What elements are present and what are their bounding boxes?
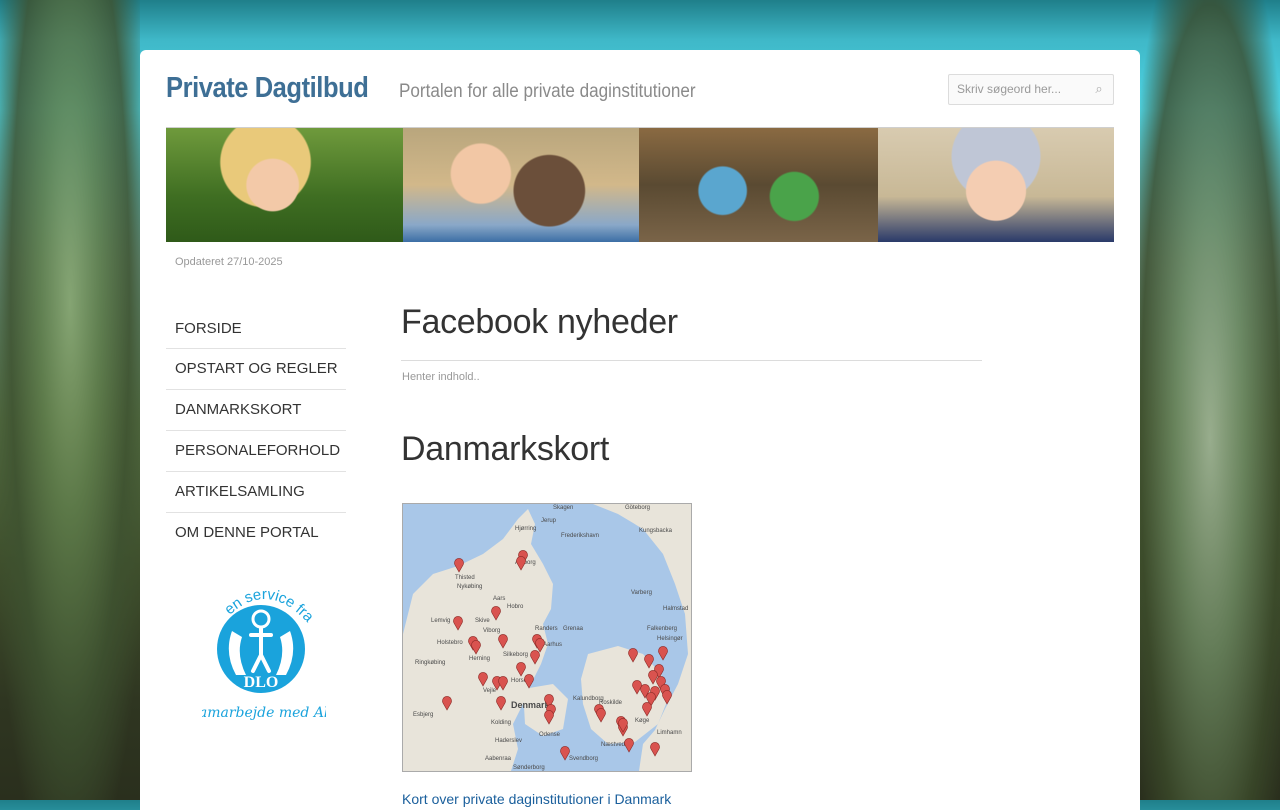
facebook-heading: Facebook nyheder [401,303,678,341]
map-marker[interactable] [658,646,668,661]
header-banner [166,127,1114,242]
map-label-nykøbing: Nykøbing [457,584,482,590]
map-label-næstved: Næstved [601,742,625,748]
map-land-funen [523,684,568,736]
banner-photo-baby-hat [878,128,1114,242]
nav-item-danmarkskort[interactable]: DANMARKSKORT [166,390,346,431]
map-label-viborg: Viborg [483,628,500,634]
map-label-kalundborg: Kalundborg [573,696,604,702]
map-label-sønderborg: Sønderborg [513,765,545,771]
map-label-kungsbacka: Kungsbacka [639,528,673,534]
map-label-lemvig: Lemvig [431,618,450,624]
map-label-odense: Odense [539,732,561,738]
search-icon[interactable]: ⌕ [1091,81,1107,97]
map-label-limhamn: Limhamn [657,730,682,736]
map-label-randers: Randers [535,626,558,632]
map-label-vejle: Vejle [483,688,497,694]
danmarkskort-heading: Danmarkskort [401,430,610,468]
denmark-map-graphic: JerupHjørringFrederikshavnAalborgThisted… [403,504,691,771]
nav-item-personaleforhold[interactable]: PERSONALEFORHOLD [166,431,346,472]
map-label-aars: Aars [493,596,505,602]
banner-photo-kids-forest [639,128,878,242]
map-label-halmstad: Halmstad [663,606,688,612]
map-label-falkenberg: Falkenberg [647,626,677,632]
map-label-göteborg: Göteborg [625,505,650,511]
background-left [0,0,140,800]
page-container: Private Dagtilbud Portalen for alle priv… [140,50,1140,810]
search-input[interactable] [949,75,1093,102]
dlo-logo-graphic: en service fra DLO i samarbejde med Alia [183,586,341,721]
map-label-haderslev: Haderslev [495,738,522,744]
main-navigation: FORSIDE OPSTART OG REGLER DANMARKSKORT P… [166,310,346,553]
nav-item-forside[interactable]: FORSIDE [166,310,346,349]
map-label-aarhus: Aarhus [543,642,562,648]
dlo-brand-text: DLO [244,674,279,691]
banner-photo-toddlers [403,128,639,242]
map-label-hjørring: Hjørring [515,526,536,532]
map-label-grenaa: Grenaa [563,626,584,632]
map-label-holstebro: Holstebro [437,640,463,646]
map-label-kolding: Kolding [491,720,511,726]
map-label-frederikshavn: Frederikshavn [561,533,599,539]
map-label-skive: Skive [475,618,490,624]
nav-item-om-denne-portal[interactable]: OM DENNE PORTAL [166,513,346,553]
map-label-hobro: Hobro [507,604,524,610]
dlo-logo[interactable]: en service fra DLO i samarbejde med Alia [183,583,341,729]
map-label-svendborg: Svendborg [569,756,598,762]
map-label-jerup: Jerup [541,518,557,524]
site-tagline: Portalen for alle private daginstitution… [399,81,696,102]
map-marker[interactable] [624,738,634,753]
map-label-herning: Herning [469,656,490,662]
map-land-jutland [403,509,553,771]
nav-item-artikelsamling[interactable]: ARTIKELSAMLING [166,472,346,513]
divider [401,360,982,361]
site-logo[interactable]: Private Dagtilbud [166,72,369,105]
map-label-varberg: Varberg [631,590,652,596]
dlo-bottom-text: i samarbejde med Alia [202,705,326,721]
background-right [1140,0,1280,800]
map-label-esbjerg: Esbjerg [413,712,433,718]
map-label-helsingør: Helsingør [657,636,683,642]
map-label-aabenraa: Aabenraa [485,756,512,762]
search-box: ⌕ [948,74,1114,105]
map-label-denmark: Denmark [511,700,551,710]
updated-date: Opdateret 27/10-2025 [175,256,283,268]
banner-photo-child-grass [166,128,403,242]
map-label-thisted: Thisted [455,575,475,581]
map-label-køge: Køge [635,718,650,724]
map-label-ringkøbing: Ringkøbing [415,660,445,666]
facebook-loading-status: Henter indhold.. [402,371,480,383]
denmark-map[interactable]: Jerup Hjørring Frederikshavn Aalborg Thisted… [402,503,692,772]
map-link[interactable]: Kort over private daginstitutioner i Dan… [402,791,671,807]
map-label-silkeborg: Silkeborg [503,652,528,658]
nav-item-opstart-og-regler[interactable]: OPSTART OG REGLER [166,349,346,390]
map-label-skagen: Skagen [553,505,573,511]
